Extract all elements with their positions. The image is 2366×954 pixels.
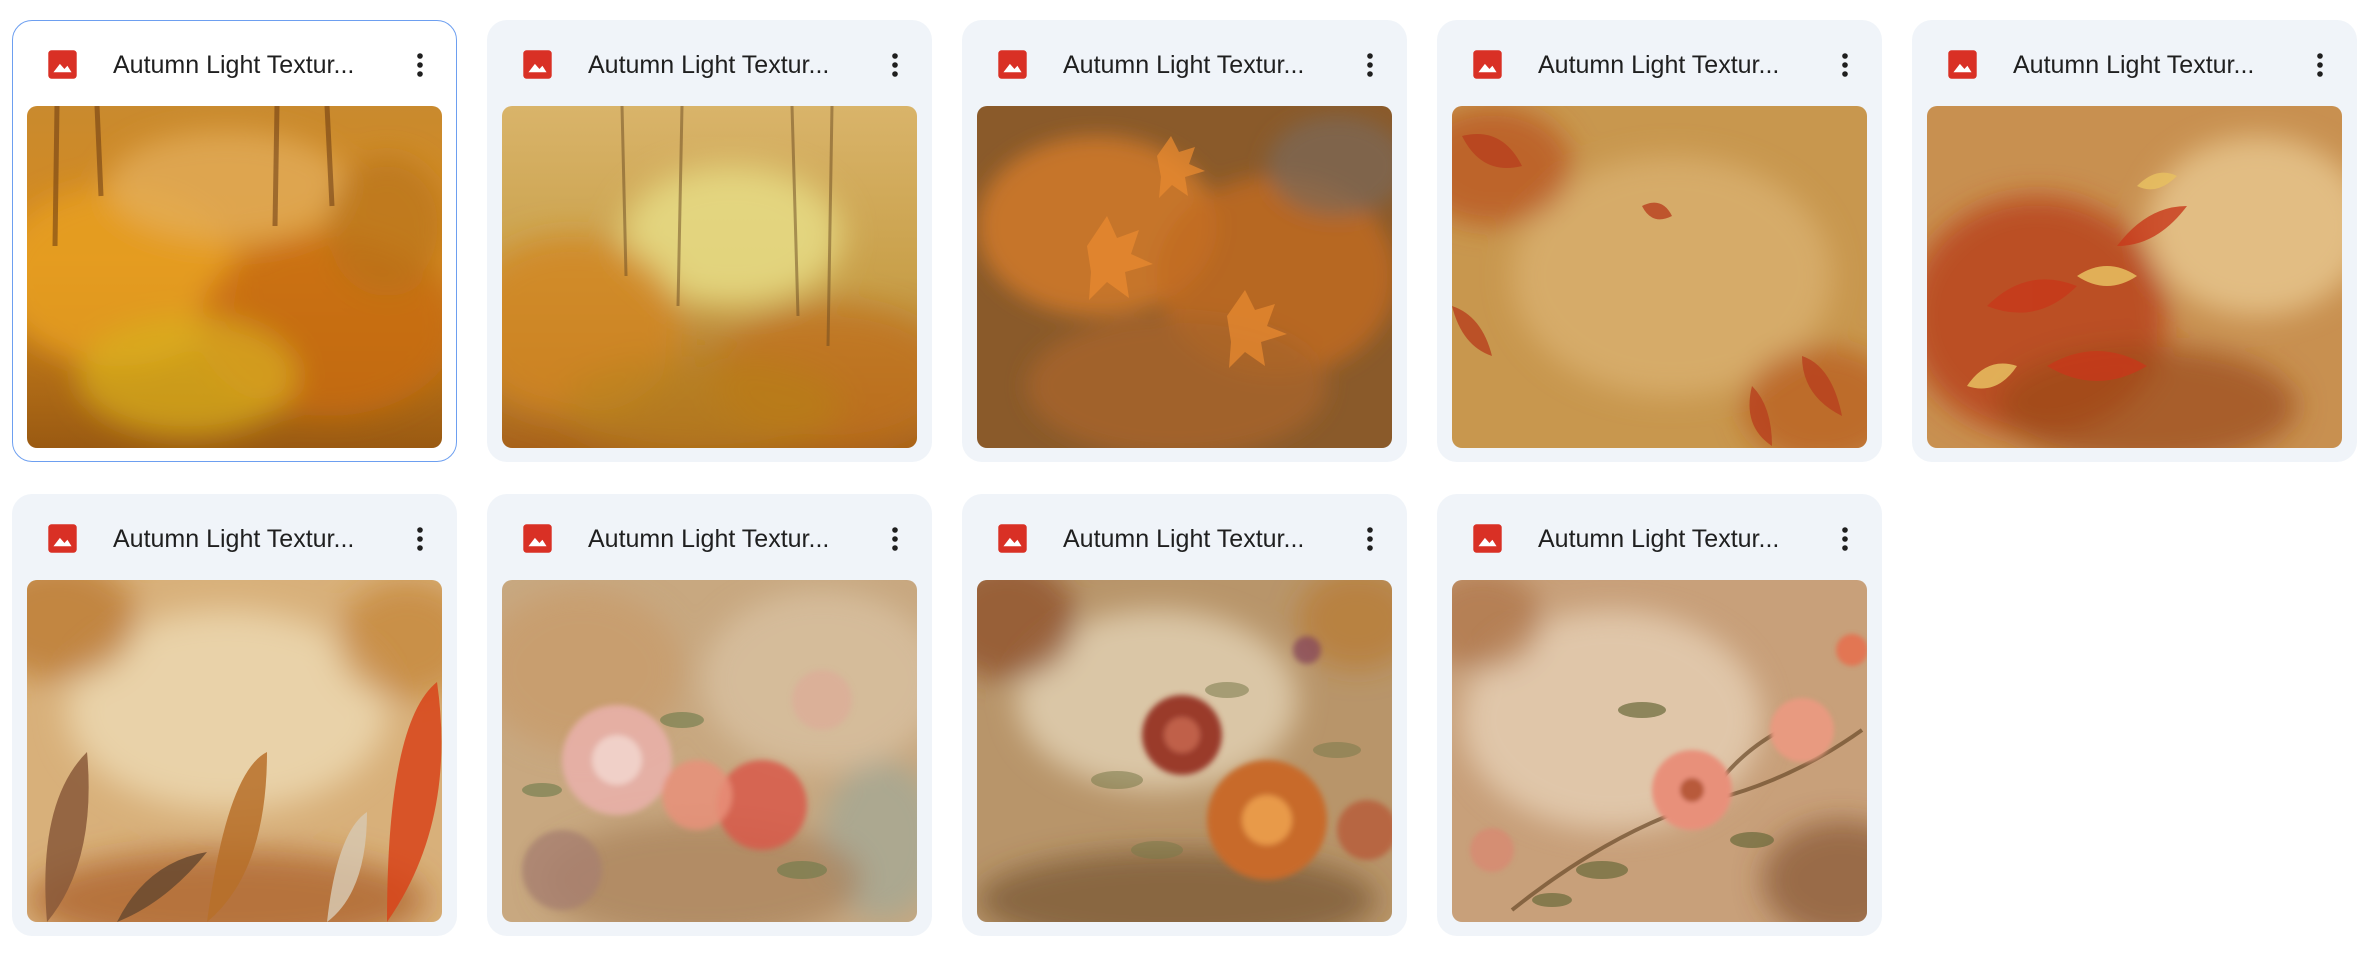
file-name: Autumn Light Textur... bbox=[588, 51, 830, 79]
more-options-button[interactable] bbox=[1821, 515, 1869, 563]
more-vert-icon bbox=[892, 527, 898, 551]
more-vert-icon bbox=[1842, 527, 1848, 551]
file-card[interactable]: Autumn Light Textur... bbox=[1437, 20, 1882, 462]
file-name: Autumn Light Textur... bbox=[588, 525, 830, 553]
file-thumbnail[interactable] bbox=[1452, 106, 1867, 448]
image-file-icon bbox=[522, 523, 553, 554]
file-thumbnail[interactable] bbox=[502, 580, 917, 922]
file-name: Autumn Light Textur... bbox=[113, 51, 355, 79]
image-file-icon bbox=[47, 49, 78, 80]
file-card-header: Autumn Light Textur... bbox=[488, 495, 931, 581]
file-thumbnail[interactable] bbox=[502, 106, 917, 448]
file-card-header: Autumn Light Textur... bbox=[13, 21, 456, 107]
file-name: Autumn Light Textur... bbox=[1063, 525, 1305, 553]
image-file-icon bbox=[47, 523, 78, 554]
file-thumbnail[interactable] bbox=[1452, 580, 1867, 922]
image-file-icon bbox=[997, 49, 1028, 80]
image-file-icon bbox=[1472, 49, 1503, 80]
more-options-button[interactable] bbox=[2296, 41, 2344, 89]
file-card-header: Autumn Light Textur... bbox=[963, 21, 1406, 107]
file-card[interactable]: Autumn Light Textur... bbox=[962, 20, 1407, 462]
more-vert-icon bbox=[1842, 53, 1848, 77]
file-thumbnail[interactable] bbox=[27, 106, 442, 448]
more-options-button[interactable] bbox=[1346, 515, 1394, 563]
more-options-button[interactable] bbox=[396, 515, 444, 563]
more-options-button[interactable] bbox=[871, 41, 919, 89]
image-file-icon bbox=[1472, 523, 1503, 554]
file-card[interactable]: Autumn Light Textur... bbox=[487, 20, 932, 462]
file-card[interactable]: Autumn Light Textur... bbox=[1912, 20, 2357, 462]
more-vert-icon bbox=[1367, 527, 1373, 551]
file-grid: Autumn Light Textur... Autumn Light Text… bbox=[12, 20, 2357, 936]
file-card-header: Autumn Light Textur... bbox=[1438, 495, 1881, 581]
more-vert-icon bbox=[417, 527, 423, 551]
file-card[interactable]: Autumn Light Textur... bbox=[962, 494, 1407, 936]
file-card-header: Autumn Light Textur... bbox=[1913, 21, 2356, 107]
file-thumbnail[interactable] bbox=[1927, 106, 2342, 448]
image-file-icon bbox=[997, 523, 1028, 554]
file-thumbnail[interactable] bbox=[27, 580, 442, 922]
file-card-header: Autumn Light Textur... bbox=[488, 21, 931, 107]
image-file-icon bbox=[1947, 49, 1978, 80]
file-card[interactable]: Autumn Light Textur... bbox=[12, 494, 457, 936]
file-name: Autumn Light Textur... bbox=[1063, 51, 1305, 79]
more-vert-icon bbox=[417, 53, 423, 77]
file-name: Autumn Light Textur... bbox=[1538, 51, 1780, 79]
file-card[interactable]: Autumn Light Textur... bbox=[1437, 494, 1882, 936]
file-name: Autumn Light Textur... bbox=[113, 525, 355, 553]
file-card[interactable]: Autumn Light Textur... bbox=[487, 494, 932, 936]
file-thumbnail[interactable] bbox=[977, 106, 1392, 448]
file-card[interactable]: Autumn Light Textur... bbox=[12, 20, 457, 462]
file-card-header: Autumn Light Textur... bbox=[1438, 21, 1881, 107]
more-vert-icon bbox=[2317, 53, 2323, 77]
file-card-header: Autumn Light Textur... bbox=[13, 495, 456, 581]
file-name: Autumn Light Textur... bbox=[1538, 525, 1780, 553]
more-options-button[interactable] bbox=[1346, 41, 1394, 89]
file-name: Autumn Light Textur... bbox=[2013, 51, 2255, 79]
more-options-button[interactable] bbox=[1821, 41, 1869, 89]
more-options-button[interactable] bbox=[396, 41, 444, 89]
more-vert-icon bbox=[1367, 53, 1373, 77]
more-vert-icon bbox=[892, 53, 898, 77]
file-card-header: Autumn Light Textur... bbox=[963, 495, 1406, 581]
more-options-button[interactable] bbox=[871, 515, 919, 563]
file-thumbnail[interactable] bbox=[977, 580, 1392, 922]
image-file-icon bbox=[522, 49, 553, 80]
